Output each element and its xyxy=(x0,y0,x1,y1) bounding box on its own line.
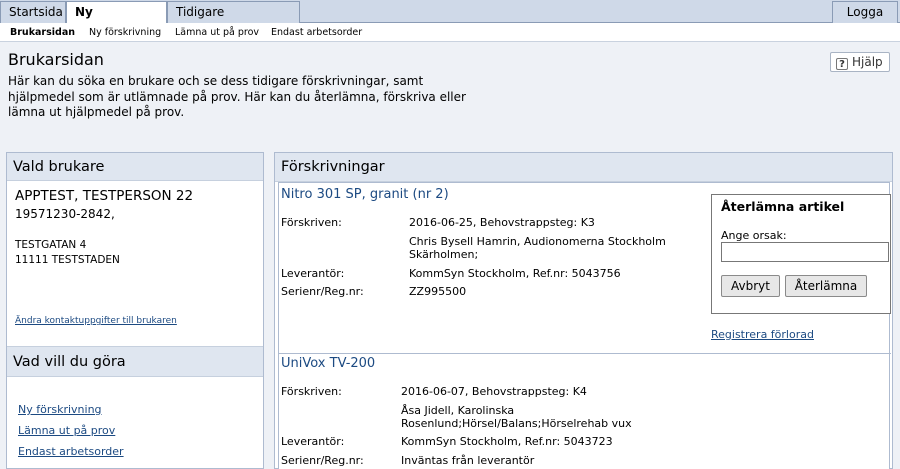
return-article-form: Återlämna artikel Ange orsak: Avbryt Åte… xyxy=(711,194,891,314)
prescriber-line2: Skärholmen; xyxy=(409,248,479,261)
reason-label: Ange orsak: xyxy=(721,229,787,242)
supplier-label: Leverantör: xyxy=(281,435,345,448)
prescribed-label: Förskriven: xyxy=(281,385,342,398)
return-form-title: Återlämna artikel xyxy=(721,199,845,214)
prescriptions-list: Nitro 301 SP, granit (nr 2) Förskriven: … xyxy=(278,182,891,469)
actions-heading: Vad vill du göra xyxy=(7,346,263,377)
help-label: Hjälp xyxy=(852,55,883,69)
action-endast-arbetsorder-link[interactable]: Endast arbetsorder xyxy=(18,445,124,458)
action-lamna-ut-pa-prov-link[interactable]: Lämna ut på prov xyxy=(18,424,115,437)
item-divider xyxy=(279,353,891,354)
user-panel: Vald brukare APPTEST, TESTPERSON 22 1957… xyxy=(6,152,264,469)
prescriptions-panel: Förskrivningar Nitro 301 SP, granit (nr … xyxy=(274,152,893,469)
supplier-value: KommSyn Stockholm, Ref.nr: 5043723 xyxy=(401,435,613,448)
prescription-title[interactable]: Nitro 301 SP, granit (nr 2) xyxy=(281,187,449,202)
serial-label: Serienr/Reg.nr: xyxy=(281,285,364,298)
prescriber-line1: Åsa Jidell, Karolinska xyxy=(401,404,515,417)
subtab-endast-arbetsorder[interactable]: Endast arbetsorder xyxy=(271,27,362,38)
tab-ny-bestallning[interactable]: Ny beställning xyxy=(66,1,167,40)
prescriber-line1: Chris Bysell Hamrin, Audionomerna Stockh… xyxy=(409,235,666,248)
help-button[interactable]: ? Hjälp xyxy=(830,52,890,72)
sub-navigation: Brukarsidan Ny förskrivning Lämna ut på … xyxy=(0,23,900,42)
page-intro: Här kan du söka en brukare och se dess t… xyxy=(8,74,466,119)
logout-button[interactable]: Logga ut xyxy=(832,1,898,40)
prescriptions-heading: Förskrivningar xyxy=(275,153,892,182)
prescriber-line2: Rosenlund;Hörsel/Balans;Hörselrehab vux xyxy=(401,417,632,430)
subtab-ny-forskrivning[interactable]: Ny förskrivning xyxy=(89,27,161,38)
prescribed-date: 2016-06-07, Behovstrappsteg: K4 xyxy=(401,385,587,398)
serial-label: Serienr/Reg.nr: xyxy=(281,454,364,467)
register-lost-link[interactable]: Registrera förlorad xyxy=(711,328,814,341)
user-panel-heading: Vald brukare xyxy=(7,153,263,181)
prescribed-date: 2016-06-25, Behovstrappsteg: K3 xyxy=(409,216,595,229)
top-navigation: Startsida Ny beställning Tidigare bestäl… xyxy=(0,0,900,40)
prescribed-label: Förskriven: xyxy=(281,216,342,229)
user-name: APPTEST, TESTPERSON 22 xyxy=(15,188,194,204)
subtab-brukarsidan[interactable]: Brukarsidan xyxy=(10,27,75,38)
return-button[interactable]: Återlämna xyxy=(785,275,867,297)
subtab-lamna-ut-pa-prov[interactable]: Lämna ut på prov xyxy=(175,27,259,38)
user-city: 11111 TESTSTADEN xyxy=(15,254,120,266)
supplier-label: Leverantör: xyxy=(281,267,345,280)
tab-startsida[interactable]: Startsida xyxy=(0,1,66,23)
prescription-title[interactable]: UniVox TV-200 xyxy=(281,356,375,371)
cancel-button[interactable]: Avbryt xyxy=(721,275,780,297)
serial-value: ZZ995500 xyxy=(409,285,467,298)
tab-tidigare-bestallningar[interactable]: Tidigare beställningar xyxy=(167,1,300,40)
serial-value: Inväntas från leverantör xyxy=(401,454,535,467)
user-personal-number: 19571230-2842, xyxy=(15,207,115,221)
question-icon: ? xyxy=(836,58,848,70)
reason-input[interactable] xyxy=(721,242,889,262)
supplier-value: KommSyn Stockholm, Ref.nr: 5043756 xyxy=(409,267,621,280)
user-street: TESTGATAN 4 xyxy=(15,239,87,251)
page-title: Brukarsidan xyxy=(8,50,104,69)
edit-contact-link[interactable]: Ändra kontaktuppgifter till brukaren xyxy=(15,316,177,326)
action-ny-forskrivning-link[interactable]: Ny förskrivning xyxy=(18,403,102,416)
